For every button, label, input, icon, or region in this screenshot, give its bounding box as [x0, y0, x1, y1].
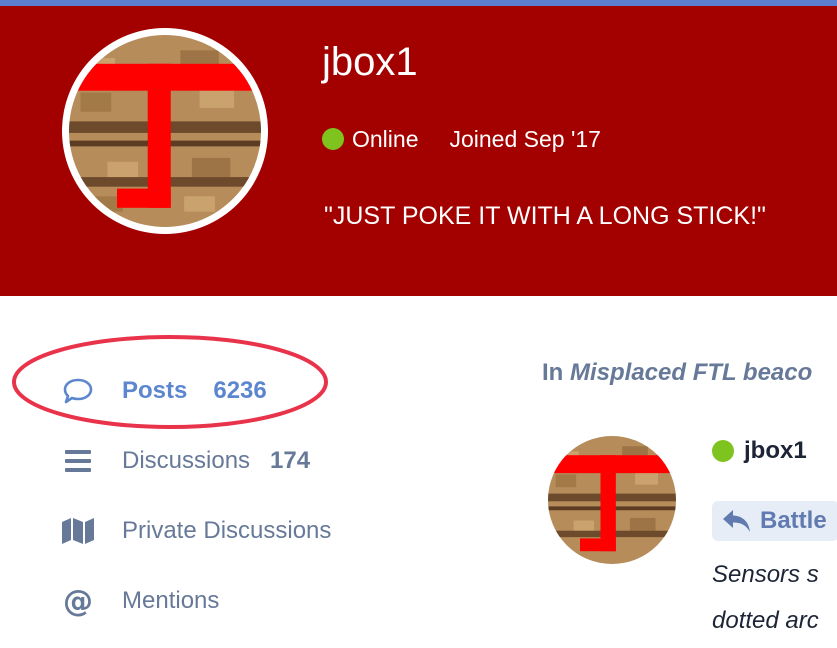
online-status-label: Online — [352, 125, 419, 152]
post-snippet-line: dotted arc — [712, 607, 819, 634]
nav-label-discussions: Discussions — [122, 447, 251, 474]
nav-item-discussions[interactable]: Discussions 174 — [60, 441, 310, 481]
profile-status-row: Online Joined Sep '17 — [322, 124, 601, 154]
nav-label-private-discussions: Private Discussions — [122, 517, 332, 544]
profile-header: jbox1 Online Joined Sep '17 "JUST POKE I… — [0, 6, 837, 296]
joined-date: Joined Sep '17 — [449, 125, 601, 152]
profile-bio: "JUST POKE IT WITH A LONG STICK!" — [324, 202, 766, 230]
avatar-image — [69, 35, 261, 227]
thread-prefix: In — [542, 359, 564, 386]
post-author-name: jbox1 — [744, 437, 807, 464]
reply-to-label: Battle — [760, 507, 827, 534]
comment-icon — [60, 373, 96, 409]
reply-icon — [723, 510, 750, 532]
post-author[interactable]: jbox1 — [712, 436, 807, 466]
profile-username: jbox1 — [322, 40, 418, 84]
post-thread-context: In Misplaced FTL beaco — [542, 359, 812, 387]
thread-title-link[interactable]: Misplaced FTL beaco — [570, 359, 812, 386]
list-icon — [60, 443, 96, 479]
nav-label-posts: Posts — [122, 377, 188, 404]
map-icon — [60, 513, 96, 549]
nav-count-posts: 6236 — [213, 377, 267, 404]
nav-item-posts[interactable]: Posts 6236 — [60, 371, 267, 411]
online-status-dot — [322, 128, 344, 150]
nav-item-mentions[interactable]: @ Mentions — [60, 581, 219, 621]
profile-nav: Posts 6236 Discussions 174 Private Discu… — [0, 296, 480, 648]
profile-avatar[interactable] — [62, 28, 268, 234]
avatar-image — [548, 436, 676, 564]
post-snippet: Sensors s dotted arc — [712, 552, 819, 644]
post-feed: In Misplaced FTL beaco jbox1 Battle Sens… — [480, 296, 837, 648]
post-snippet-line: Sensors s — [712, 561, 819, 588]
svg-text:@: @ — [63, 585, 93, 617]
nav-count-discussions: 174 — [270, 447, 311, 474]
online-status-dot — [712, 440, 734, 462]
nav-label-mentions: Mentions — [122, 587, 220, 614]
at-icon: @ — [60, 583, 96, 619]
reply-to-badge[interactable]: Battle — [712, 501, 837, 541]
post-author-avatar[interactable] — [548, 436, 676, 564]
nav-item-private-discussions[interactable]: Private Discussions — [60, 511, 331, 551]
